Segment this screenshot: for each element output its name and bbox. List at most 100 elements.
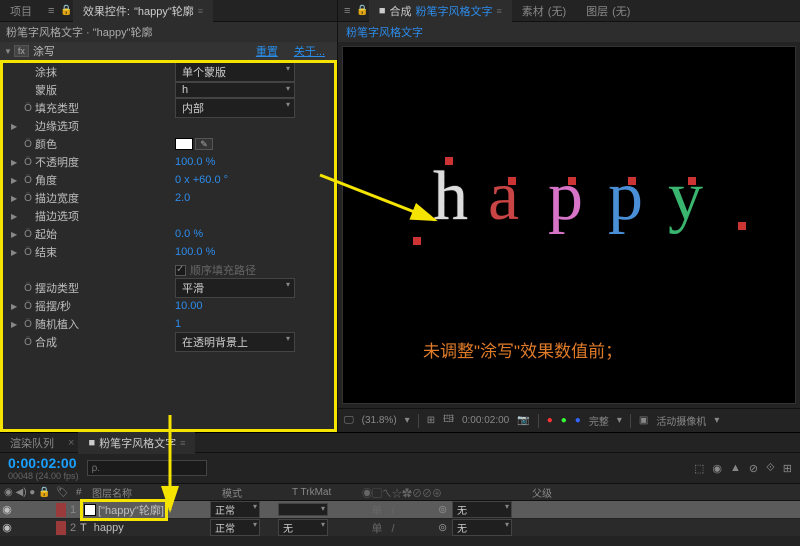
tab-effect-controls[interactable]: 效果控件:"happy"轮廓 ≡	[73, 0, 213, 22]
fx-badge[interactable]: fx	[14, 45, 29, 57]
rand-seed-value[interactable]: 1	[175, 318, 181, 330]
eyedropper-icon[interactable]: ✎	[195, 138, 213, 150]
visibility-toggle[interactable]: ◉	[0, 521, 14, 534]
trkmat-dropdown[interactable]	[278, 503, 328, 516]
current-time[interactable]: 0:00:02:00	[8, 455, 79, 471]
grid-icon[interactable]: ⊞	[427, 415, 435, 426]
chevron-right-icon[interactable]: ▶	[11, 158, 21, 167]
fill-type-dropdown[interactable]: 内部	[175, 98, 295, 118]
stopwatch-icon[interactable]: Ö	[21, 301, 35, 312]
stopwatch-icon[interactable]: Ö	[21, 319, 35, 330]
tl-icon[interactable]: ⊞	[783, 462, 792, 475]
tl-icon[interactable]: ▲	[730, 462, 741, 475]
stopwatch-icon[interactable]: Ö	[21, 247, 35, 258]
visibility-toggle[interactable]: ◉	[0, 503, 14, 516]
stopwatch-icon[interactable]: Ö	[21, 139, 35, 150]
chevron-right-icon[interactable]: ▶	[11, 230, 21, 239]
chevron-right-icon[interactable]: ▶	[11, 248, 21, 257]
layer-name-cell[interactable]: T happy	[80, 522, 210, 534]
chevron-right-icon[interactable]: ▶	[11, 320, 21, 329]
parent-pickwhip-icon[interactable]: ⊚	[438, 521, 452, 534]
layer-switches[interactable]: 单 /	[328, 520, 438, 536]
comp-mode-dropdown[interactable]: 在透明背景上	[175, 332, 295, 352]
chevron-right-icon[interactable]: ▶	[11, 212, 21, 221]
col-parent[interactable]: 父级	[532, 485, 592, 500]
stopwatch-icon[interactable]: Ö	[21, 229, 35, 240]
tab-footage[interactable]: 素材 (无)	[512, 0, 576, 22]
tab-render-queue[interactable]: 渲染队列	[0, 432, 64, 454]
tab-project[interactable]: 项目	[0, 0, 42, 22]
angle-value[interactable]: 0 x +60.0 °	[175, 174, 228, 186]
trkmat-dropdown[interactable]: 无	[278, 519, 328, 536]
parent-dropdown[interactable]: 无	[452, 519, 512, 536]
brush-mode-dropdown[interactable]: 单个蒙版	[175, 62, 295, 82]
view-icon[interactable]: ▣	[639, 415, 648, 426]
end-value[interactable]: 100.0 %	[175, 246, 215, 258]
start-value[interactable]: 0.0 %	[175, 228, 203, 240]
layer-search-input[interactable]	[87, 460, 207, 476]
tab-layer[interactable]: 图层 (无)	[576, 0, 640, 22]
lock-icon[interactable]: 🔒	[60, 5, 72, 16]
tl-icon[interactable]: ⟐	[766, 462, 775, 475]
opacity-value[interactable]: 100.0 %	[175, 156, 215, 168]
effect-name[interactable]: 涂写	[29, 43, 248, 59]
channel-icon[interactable]: ●	[547, 415, 553, 426]
mask-icon[interactable]: 🖽	[443, 412, 454, 429]
tl-icon[interactable]: ⊘	[749, 462, 758, 475]
tl-icon[interactable]: ⬚	[694, 462, 704, 475]
layer-color[interactable]	[56, 521, 66, 535]
stopwatch-icon[interactable]: Ö	[21, 103, 35, 114]
zoom-dropdown[interactable]: (31.8%)	[362, 415, 397, 426]
tab-timeline-comp[interactable]: ■ 粉笔字风格文字 ≡	[78, 432, 195, 454]
col-mode[interactable]: 模式	[222, 485, 292, 500]
tl-icon[interactable]: ◉	[712, 462, 722, 475]
time-display[interactable]: 0:00:02:00	[462, 415, 509, 426]
res-dropdown[interactable]: 完整	[589, 413, 609, 428]
layer-row[interactable]: ◉2T happy正常无单 /⊚无	[0, 519, 800, 537]
menu-icon[interactable]: ≡	[42, 5, 60, 17]
layer-name: ["happy"轮廓]	[98, 502, 164, 518]
layer-color[interactable]	[56, 503, 66, 517]
viewer-toolbar: 🖵 (31.8%)▾ ⊞ 🖽 0:00:02:00 📷 ●●● 完整▾ ▣ 活动…	[338, 408, 800, 432]
stopwatch-icon[interactable]: Ö	[21, 283, 35, 294]
reset-link[interactable]: 重置	[248, 43, 286, 59]
menu-icon[interactable]: ≡	[338, 5, 356, 17]
prop-start: 起始	[35, 226, 175, 242]
stopwatch-icon[interactable]: Ö	[21, 193, 35, 204]
chevron-right-icon[interactable]: ▶	[11, 302, 21, 311]
zoom-icon[interactable]: 🖵	[344, 415, 354, 426]
tab-comp[interactable]: ■ 合成 粉笔字风格文字 ≡	[369, 0, 512, 22]
wiggle-type-dropdown[interactable]: 平滑	[175, 278, 295, 298]
stopwatch-icon[interactable]: Ö	[21, 157, 35, 168]
chevron-right-icon[interactable]: ▶	[11, 122, 21, 131]
parent-dropdown[interactable]: 无	[452, 501, 512, 518]
blend-mode-dropdown[interactable]: 正常	[210, 519, 260, 536]
color-swatch[interactable]	[175, 138, 193, 150]
chevron-right-icon[interactable]: ▶	[11, 194, 21, 203]
layer-name-cell[interactable]: ["happy"轮廓]	[80, 499, 210, 521]
mask-dropdown[interactable]: h	[175, 82, 295, 98]
close-icon[interactable]: ≡	[198, 6, 203, 16]
chevron-right-icon[interactable]: ▶	[11, 176, 21, 185]
chevron-down-icon[interactable]: ▼	[4, 47, 14, 56]
blend-mode-dropdown[interactable]: 正常	[210, 501, 260, 518]
stroke-w-value[interactable]: 2.0	[175, 192, 190, 204]
about-link[interactable]: 关于...	[286, 43, 333, 59]
camera-dropdown[interactable]: 活动摄像机	[656, 413, 706, 428]
layer-switches[interactable]: 单 /	[328, 502, 438, 518]
stopwatch-icon[interactable]: Ö	[21, 337, 35, 348]
lock-icon[interactable]: 🔒	[356, 5, 368, 16]
snapshot-icon[interactable]: 📷	[517, 415, 529, 426]
comp-link[interactable]: 粉笔字风格文字	[346, 27, 423, 39]
parent-pickwhip-icon[interactable]: ⊚	[438, 503, 452, 516]
col-trkmat[interactable]: T TrkMat	[292, 487, 362, 498]
prop-fill-type: 填充类型	[35, 100, 175, 116]
prop-edge-opts: 边缘选项	[35, 118, 175, 134]
seq-fill-checkbox	[175, 265, 186, 276]
layer-row[interactable]: ◉1["happy"轮廓]正常 单 /⊚无	[0, 501, 800, 519]
composition-viewer[interactable]: h a p p y 未调整"涂写"效果数值前；	[342, 46, 796, 404]
stopwatch-icon[interactable]: Ö	[21, 175, 35, 186]
wiggle-sec-value[interactable]: 10.00	[175, 300, 203, 312]
col-name[interactable]: 图层名称	[92, 485, 222, 500]
fps-display: 00048 (24.00 fps)	[8, 471, 79, 481]
